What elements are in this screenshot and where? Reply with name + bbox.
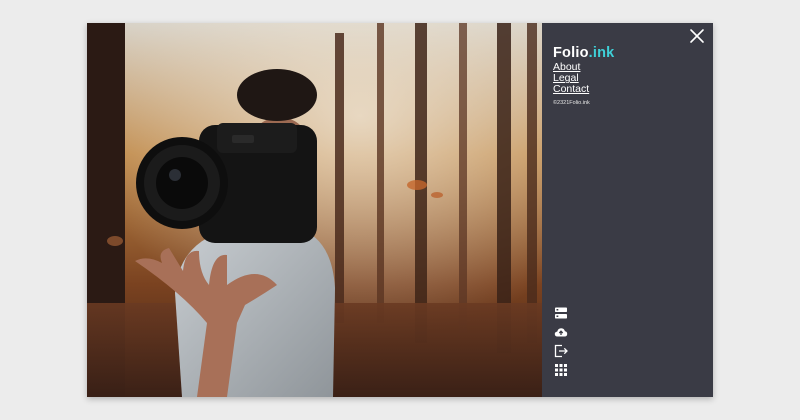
brand-name: Folio [553, 45, 589, 61]
app-frame: Folio.ink About Legal Contact ©2321Folio… [87, 23, 713, 397]
cloud-upload-button[interactable] [554, 325, 568, 339]
hero-photo [87, 23, 542, 397]
copyright-text: ©2321Folio.ink [553, 100, 590, 106]
apps-grid-icon [555, 364, 567, 376]
nav-menu: About Legal Contact [553, 61, 589, 96]
panel-icon-bar [554, 306, 568, 382]
logout-button[interactable] [554, 344, 568, 358]
server-button[interactable] [554, 306, 568, 320]
nav-link-contact[interactable]: Contact [553, 84, 589, 95]
brand-accent: .ink [588, 45, 615, 61]
photo-illustration [87, 23, 542, 397]
close-button[interactable] [689, 28, 705, 44]
side-menu-panel: Folio.ink About Legal Contact ©2321Folio… [542, 23, 713, 397]
apps-grid-button[interactable] [554, 363, 568, 377]
close-icon [690, 29, 704, 43]
server-icon [555, 307, 567, 319]
cloud-upload-icon [554, 328, 568, 337]
logout-icon [554, 344, 568, 358]
brand-logo[interactable]: Folio.ink [553, 45, 614, 61]
